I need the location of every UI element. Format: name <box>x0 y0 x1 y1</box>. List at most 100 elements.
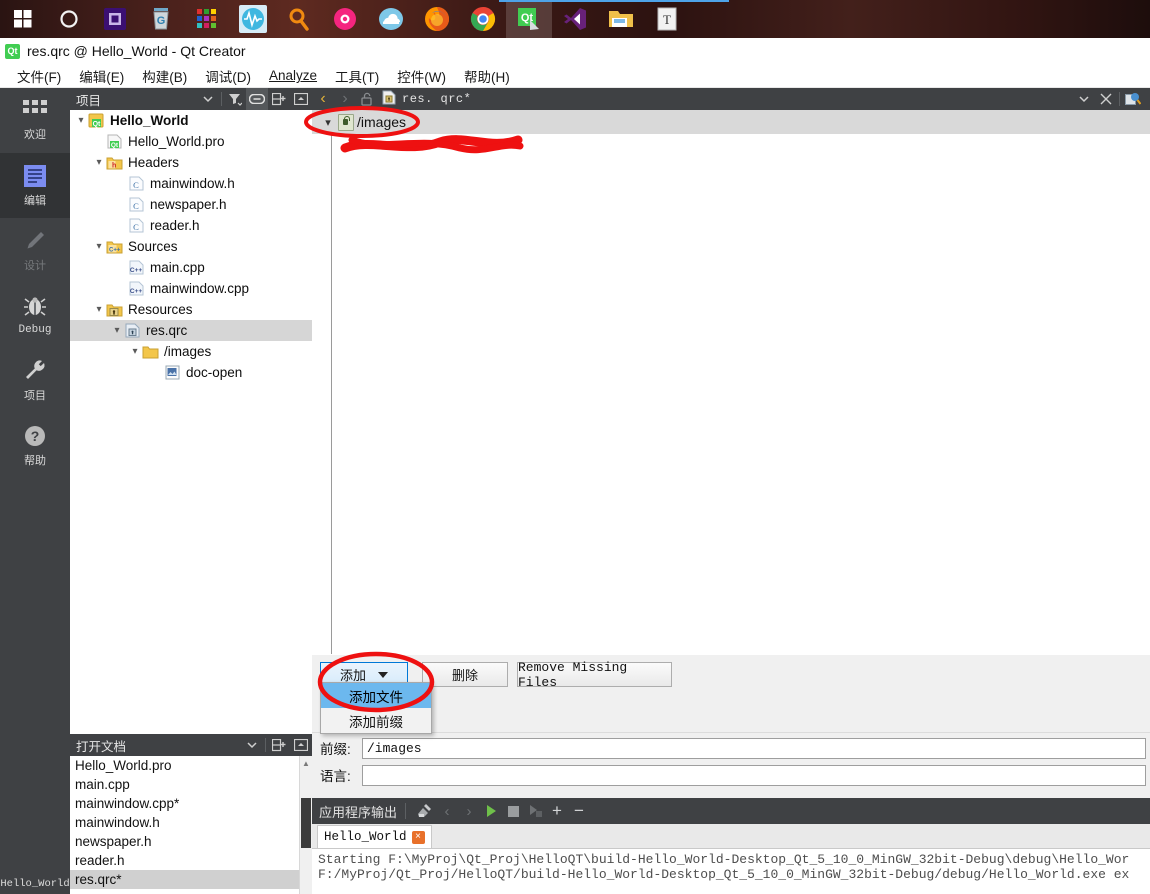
chevron-down-icon[interactable]: ▾ <box>110 325 124 336</box>
open-documents-scrollbar[interactable]: ▲ <box>299 756 312 894</box>
chevron-down-icon[interactable] <box>241 734 263 756</box>
back-arrow-icon[interactable]: ‹ <box>312 88 334 110</box>
menu-file[interactable]: 文件(F) <box>8 64 70 88</box>
firefox-icon[interactable] <box>414 0 460 38</box>
add-dropdown-menu[interactable]: 添加文件 添加前缀 <box>320 682 432 734</box>
chevron-down-icon[interactable]: ▾ <box>128 346 142 357</box>
sidebar-item-edit[interactable]: 编辑 <box>0 153 70 218</box>
chrome-icon[interactable] <box>460 0 506 38</box>
geek-uninstaller-icon[interactable]: G <box>138 0 184 38</box>
chevron-down-icon[interactable] <box>197 88 219 110</box>
cpu-chip-icon[interactable] <box>92 0 138 38</box>
chevron-down-icon[interactable]: ▾ <box>92 241 106 252</box>
link-icon[interactable] <box>246 88 268 110</box>
tree-item-newspaper-h[interactable]: C newspaper.h <box>70 194 312 215</box>
text-editor-icon[interactable]: T <box>644 0 690 38</box>
split-editor-icon[interactable] <box>1122 88 1144 110</box>
chevron-down-icon[interactable]: ▾ <box>92 157 106 168</box>
minimize-icon[interactable] <box>290 88 312 110</box>
list-item[interactable]: res.qrc* <box>70 870 312 889</box>
menu-help[interactable]: 帮助(H) <box>455 64 519 88</box>
status-bar-project[interactable]: Hello_World <box>0 874 70 894</box>
menu-item-add-files[interactable]: 添加文件 <box>321 683 431 708</box>
project-tree[interactable]: ▾ Qt Hello_World Qt Hello_World.pro ▾ h … <box>70 110 312 734</box>
remove-button[interactable]: 删除 <box>422 662 508 687</box>
run-play-icon[interactable] <box>480 800 502 822</box>
tree-item-mainwindow-h[interactable]: C mainwindow.h <box>70 173 312 194</box>
camera-pink-icon[interactable] <box>322 0 368 38</box>
visual-studio-icon[interactable] <box>552 0 598 38</box>
clear-broom-icon[interactable] <box>414 800 436 822</box>
menu-tools[interactable]: 工具(T) <box>326 64 388 88</box>
scrollbar-thumb[interactable] <box>301 798 311 848</box>
sidebar-item-welcome[interactable]: 欢迎 <box>0 88 70 153</box>
chevron-down-icon[interactable] <box>378 667 388 682</box>
close-x-icon[interactable] <box>1095 88 1117 110</box>
h-file-icon: C <box>128 218 145 233</box>
search-magnifier-icon[interactable] <box>276 0 322 38</box>
split-add-icon[interactable] <box>268 734 290 756</box>
chevron-down-icon[interactable]: ▾ <box>318 116 338 129</box>
menu-debug[interactable]: 调试(D) <box>196 64 260 88</box>
scroll-up-icon[interactable]: ▲ <box>301 758 311 770</box>
tree-item-mainwindow-cpp[interactable]: C++ mainwindow.cpp <box>70 278 312 299</box>
remove-missing-files-button[interactable]: Remove Missing Files <box>517 660 672 690</box>
chevron-down-icon[interactable]: ▾ <box>92 304 106 315</box>
cloud-icon[interactable] <box>368 0 414 38</box>
list-item[interactable]: reader.h <box>70 851 312 870</box>
windows-start-icon[interactable] <box>0 0 46 38</box>
minimize-icon[interactable] <box>290 734 312 756</box>
chevron-down-icon[interactable]: ▾ <box>74 115 88 126</box>
close-icon[interactable]: × <box>411 830 425 844</box>
colorful-squares-icon[interactable] <box>184 0 230 38</box>
tree-item-images-prefix[interactable]: ▾ /images <box>70 341 312 362</box>
prefix-input[interactable]: /images <box>362 737 1146 759</box>
resource-properties-fields: 前缀: /images 语言: <box>312 732 1150 799</box>
tab-hello-world[interactable]: Hello_World × <box>317 825 432 848</box>
tree-item-reader-h[interactable]: C reader.h <box>70 215 312 236</box>
tree-item-hello-world-project[interactable]: ▾ Qt Hello_World <box>70 110 312 131</box>
filter-icon[interactable] <box>224 88 246 110</box>
list-item[interactable]: main.cpp <box>70 775 312 794</box>
sidebar-item-help[interactable]: ? 帮助 <box>0 413 70 478</box>
output-text: Starting F:\MyProj\Qt_Proj\HelloQT\build… <box>312 849 1150 882</box>
prev-arrow-icon[interactable]: ‹ <box>436 800 458 822</box>
resource-prefix-row[interactable]: ▾ /images <box>312 110 1150 134</box>
open-documents-list[interactable]: Hello_World.pro main.cpp mainwindow.cpp*… <box>70 756 312 894</box>
list-item[interactable]: mainwindow.h <box>70 813 312 832</box>
split-add-icon[interactable] <box>268 88 290 110</box>
plus-icon[interactable]: + <box>546 800 568 822</box>
sidebar-item-projects[interactable]: 项目 <box>0 348 70 413</box>
cortana-circle-icon[interactable] <box>46 0 92 38</box>
tree-item-res-qrc[interactable]: ▾ res.qrc <box>70 320 312 341</box>
attach-debug-icon[interactable] <box>524 800 546 822</box>
list-item[interactable]: mainwindow.cpp* <box>70 794 312 813</box>
list-item[interactable]: newspaper.h <box>70 832 312 851</box>
menu-analyze[interactable]: Analyze <box>260 66 326 85</box>
file-explorer-icon[interactable] <box>598 0 644 38</box>
menu-widgets[interactable]: 控件(W) <box>388 64 455 88</box>
language-input[interactable] <box>362 764 1146 786</box>
stop-square-icon[interactable] <box>502 800 524 822</box>
sidebar-item-design[interactable]: 设计 <box>0 218 70 283</box>
tree-item-pro-file[interactable]: Qt Hello_World.pro <box>70 131 312 152</box>
minus-icon[interactable]: − <box>568 800 590 822</box>
chevron-down-icon[interactable] <box>1073 88 1095 110</box>
tree-item-headers-folder[interactable]: ▾ h Headers <box>70 152 312 173</box>
sidebar-item-debug[interactable]: Debug <box>0 283 70 348</box>
tree-item-main-cpp[interactable]: C++ main.cpp <box>70 257 312 278</box>
menu-edit[interactable]: 编辑(E) <box>70 64 133 88</box>
current-file-indicator[interactable]: res. qrc* <box>382 90 471 108</box>
menu-build[interactable]: 构建(B) <box>133 64 196 88</box>
list-item[interactable]: Hello_World.pro <box>70 756 312 775</box>
next-arrow-icon[interactable]: › <box>458 800 480 822</box>
menu-item-add-prefix[interactable]: 添加前缀 <box>321 708 431 733</box>
tree-item-doc-open[interactable]: doc-open <box>70 362 312 383</box>
forward-arrow-icon[interactable]: › <box>334 88 356 110</box>
unlocked-icon[interactable] <box>356 88 378 110</box>
qt-creator-icon[interactable]: Qt <box>506 0 552 38</box>
waveform-icon[interactable] <box>230 0 276 38</box>
tree-item-resources-folder[interactable]: ▾ Resources <box>70 299 312 320</box>
resource-editor[interactable]: ▾ /images <box>312 110 1150 655</box>
tree-item-sources-folder[interactable]: ▾ C++ Sources <box>70 236 312 257</box>
